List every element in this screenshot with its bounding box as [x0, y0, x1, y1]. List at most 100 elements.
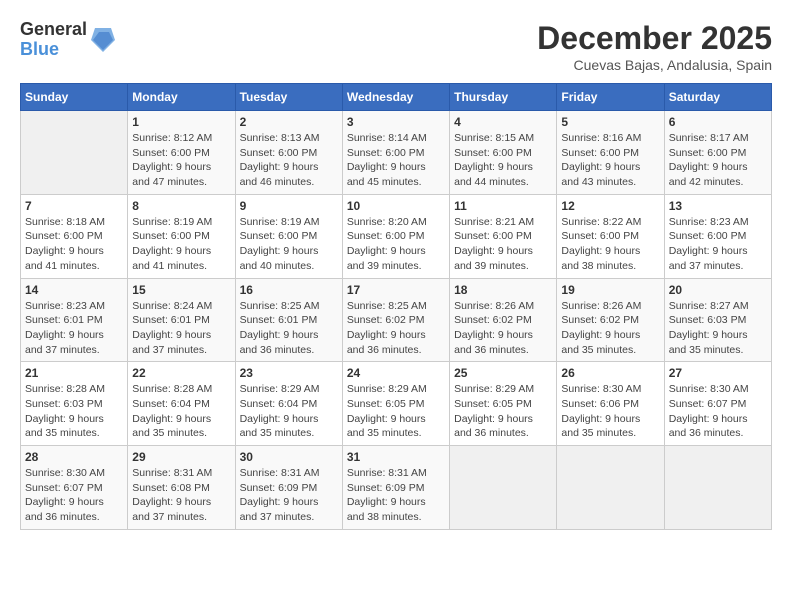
calendar-cell: 24 Sunrise: 8:29 AM Sunset: 6:05 PM Dayli… — [342, 362, 449, 446]
day-number: 29 — [132, 450, 230, 464]
day-detail: Sunrise: 8:18 AM Sunset: 6:00 PM Dayligh… — [25, 215, 123, 274]
day-number: 28 — [25, 450, 123, 464]
calendar-cell: 7 Sunrise: 8:18 AM Sunset: 6:00 PM Daylig… — [21, 194, 128, 278]
day-detail: Sunrise: 8:29 AM Sunset: 6:05 PM Dayligh… — [347, 382, 445, 441]
day-detail: Sunrise: 8:30 AM Sunset: 6:07 PM Dayligh… — [25, 466, 123, 525]
calendar-cell — [557, 446, 664, 530]
calendar-cell: 19 Sunrise: 8:26 AM Sunset: 6:02 PM Dayli… — [557, 278, 664, 362]
day-number: 25 — [454, 366, 552, 380]
day-number: 16 — [240, 283, 338, 297]
subtitle: Cuevas Bajas, Andalusia, Spain — [537, 57, 772, 73]
calendar-cell: 28 Sunrise: 8:30 AM Sunset: 6:07 PM Dayli… — [21, 446, 128, 530]
day-detail: Sunrise: 8:23 AM Sunset: 6:01 PM Dayligh… — [25, 299, 123, 358]
day-number: 18 — [454, 283, 552, 297]
column-header-saturday: Saturday — [664, 84, 771, 111]
day-detail: Sunrise: 8:26 AM Sunset: 6:02 PM Dayligh… — [454, 299, 552, 358]
calendar-cell: 8 Sunrise: 8:19 AM Sunset: 6:00 PM Daylig… — [128, 194, 235, 278]
day-detail: Sunrise: 8:20 AM Sunset: 6:00 PM Dayligh… — [347, 215, 445, 274]
calendar-cell: 25 Sunrise: 8:29 AM Sunset: 6:05 PM Dayli… — [450, 362, 557, 446]
day-number: 11 — [454, 199, 552, 213]
calendar-cell: 11 Sunrise: 8:21 AM Sunset: 6:00 PM Dayli… — [450, 194, 557, 278]
calendar-cell: 18 Sunrise: 8:26 AM Sunset: 6:02 PM Dayli… — [450, 278, 557, 362]
day-detail: Sunrise: 8:25 AM Sunset: 6:01 PM Dayligh… — [240, 299, 338, 358]
day-detail: Sunrise: 8:31 AM Sunset: 6:09 PM Dayligh… — [240, 466, 338, 525]
day-number: 5 — [561, 115, 659, 129]
day-detail: Sunrise: 8:19 AM Sunset: 6:00 PM Dayligh… — [132, 215, 230, 274]
day-number: 12 — [561, 199, 659, 213]
day-detail: Sunrise: 8:12 AM Sunset: 6:00 PM Dayligh… — [132, 131, 230, 190]
calendar-cell — [450, 446, 557, 530]
day-number: 31 — [347, 450, 445, 464]
day-number: 27 — [669, 366, 767, 380]
calendar-cell: 27 Sunrise: 8:30 AM Sunset: 6:07 PM Dayli… — [664, 362, 771, 446]
day-detail: Sunrise: 8:21 AM Sunset: 6:00 PM Dayligh… — [454, 215, 552, 274]
column-header-wednesday: Wednesday — [342, 84, 449, 111]
calendar-week-5: 28 Sunrise: 8:30 AM Sunset: 6:07 PM Dayli… — [21, 446, 772, 530]
logo-general: General — [20, 20, 87, 40]
day-number: 19 — [561, 283, 659, 297]
calendar-cell: 14Sunrise: 8:23 AM Sunset: 6:01 PM Dayli… — [21, 278, 128, 362]
calendar-cell: 29 Sunrise: 8:31 AM Sunset: 6:08 PM Dayli… — [128, 446, 235, 530]
calendar-cell: 9Sunrise: 8:19 AM Sunset: 6:00 PM Daylig… — [235, 194, 342, 278]
calendar-cell: 20Sunrise: 8:27 AM Sunset: 6:03 PM Dayli… — [664, 278, 771, 362]
day-detail: Sunrise: 8:24 AM Sunset: 6:01 PM Dayligh… — [132, 299, 230, 358]
calendar-cell: 1 Sunrise: 8:12 AM Sunset: 6:00 PM Daylig… — [128, 111, 235, 195]
day-number: 23 — [240, 366, 338, 380]
calendar-cell: 3 Sunrise: 8:14 AM Sunset: 6:00 PM Daylig… — [342, 111, 449, 195]
day-detail: Sunrise: 8:17 AM Sunset: 6:00 PM Dayligh… — [669, 131, 767, 190]
calendar-cell: 2 Sunrise: 8:13 AM Sunset: 6:00 PM Daylig… — [235, 111, 342, 195]
day-number: 8 — [132, 199, 230, 213]
calendar-cell: 15 Sunrise: 8:24 AM Sunset: 6:01 PM Dayli… — [128, 278, 235, 362]
day-number: 10 — [347, 199, 445, 213]
calendar-cell: 10 Sunrise: 8:20 AM Sunset: 6:00 PM Dayli… — [342, 194, 449, 278]
day-number: 3 — [347, 115, 445, 129]
day-detail: Sunrise: 8:31 AM Sunset: 6:08 PM Dayligh… — [132, 466, 230, 525]
calendar-cell: 26Sunrise: 8:30 AM Sunset: 6:06 PM Dayli… — [557, 362, 664, 446]
page-header: General Blue December 2025 Cuevas Bajas,… — [20, 20, 772, 73]
calendar-cell: 13Sunrise: 8:23 AM Sunset: 6:00 PM Dayli… — [664, 194, 771, 278]
calendar-cell: 23 Sunrise: 8:29 AM Sunset: 6:04 PM Dayli… — [235, 362, 342, 446]
calendar-table: SundayMondayTuesdayWednesdayThursdayFrid… — [20, 83, 772, 530]
column-header-thursday: Thursday — [450, 84, 557, 111]
day-detail: Sunrise: 8:29 AM Sunset: 6:04 PM Dayligh… — [240, 382, 338, 441]
day-number: 21 — [25, 366, 123, 380]
day-number: 7 — [25, 199, 123, 213]
day-detail: Sunrise: 8:13 AM Sunset: 6:00 PM Dayligh… — [240, 131, 338, 190]
column-header-friday: Friday — [557, 84, 664, 111]
calendar-week-2: 7 Sunrise: 8:18 AM Sunset: 6:00 PM Daylig… — [21, 194, 772, 278]
calendar-week-3: 14Sunrise: 8:23 AM Sunset: 6:01 PM Dayli… — [21, 278, 772, 362]
calendar-header-row: SundayMondayTuesdayWednesdayThursdayFrid… — [21, 84, 772, 111]
day-number: 24 — [347, 366, 445, 380]
day-number: 1 — [132, 115, 230, 129]
logo-text: General Blue — [20, 20, 87, 60]
day-number: 22 — [132, 366, 230, 380]
calendar-cell: 6 Sunrise: 8:17 AM Sunset: 6:00 PM Daylig… — [664, 111, 771, 195]
day-detail: Sunrise: 8:29 AM Sunset: 6:05 PM Dayligh… — [454, 382, 552, 441]
calendar-cell: 31Sunrise: 8:31 AM Sunset: 6:09 PM Dayli… — [342, 446, 449, 530]
calendar-cell — [664, 446, 771, 530]
day-detail: Sunrise: 8:30 AM Sunset: 6:07 PM Dayligh… — [669, 382, 767, 441]
day-detail: Sunrise: 8:22 AM Sunset: 6:00 PM Dayligh… — [561, 215, 659, 274]
day-number: 30 — [240, 450, 338, 464]
day-detail: Sunrise: 8:25 AM Sunset: 6:02 PM Dayligh… — [347, 299, 445, 358]
day-number: 4 — [454, 115, 552, 129]
logo: General Blue — [20, 20, 115, 60]
day-detail: Sunrise: 8:15 AM Sunset: 6:00 PM Dayligh… — [454, 131, 552, 190]
day-number: 13 — [669, 199, 767, 213]
day-number: 6 — [669, 115, 767, 129]
calendar-cell: 5Sunrise: 8:16 AM Sunset: 6:00 PM Daylig… — [557, 111, 664, 195]
calendar-week-1: 1 Sunrise: 8:12 AM Sunset: 6:00 PM Daylig… — [21, 111, 772, 195]
column-header-tuesday: Tuesday — [235, 84, 342, 111]
calendar-cell: 30 Sunrise: 8:31 AM Sunset: 6:09 PM Dayli… — [235, 446, 342, 530]
calendar-cell: 12 Sunrise: 8:22 AM Sunset: 6:00 PM Dayli… — [557, 194, 664, 278]
day-detail: Sunrise: 8:27 AM Sunset: 6:03 PM Dayligh… — [669, 299, 767, 358]
day-number: 15 — [132, 283, 230, 297]
calendar-cell: 21Sunrise: 8:28 AM Sunset: 6:03 PM Dayli… — [21, 362, 128, 446]
calendar-cell: 22Sunrise: 8:28 AM Sunset: 6:04 PM Dayli… — [128, 362, 235, 446]
day-detail: Sunrise: 8:19 AM Sunset: 6:00 PM Dayligh… — [240, 215, 338, 274]
logo-blue: Blue — [20, 40, 87, 60]
calendar-cell — [21, 111, 128, 195]
day-number: 2 — [240, 115, 338, 129]
day-detail: Sunrise: 8:14 AM Sunset: 6:00 PM Dayligh… — [347, 131, 445, 190]
day-detail: Sunrise: 8:26 AM Sunset: 6:02 PM Dayligh… — [561, 299, 659, 358]
